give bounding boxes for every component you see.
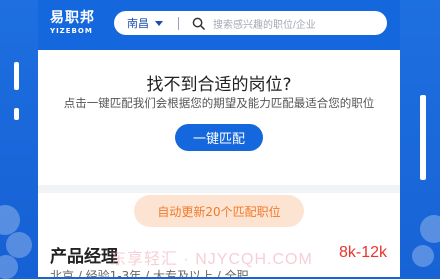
decor-dot — [0, 205, 20, 235]
background-left — [0, 0, 38, 279]
match-card-title: 找不到合适的岗位? — [146, 75, 292, 95]
decor-dot — [0, 255, 18, 279]
auto-update-button[interactable]: 自动更新20个匹配职位 — [134, 195, 304, 227]
search-input[interactable]: 搜索感兴趣的职位/企业 — [213, 16, 316, 31]
decor-strip — [14, 62, 19, 90]
decor-strip — [14, 108, 19, 120]
app-screen: 易职邦 YIZEBOM 南昌 搜索感兴趣的职位/企业 找不到合适的岗位? 点击一… — [38, 0, 400, 277]
logo-subtext: YIZEBOM — [50, 27, 93, 35]
job-list-section: 自动更新20个匹配职位 产品经理 东享轻汇 · NJYCQH.COM 8k-12… — [38, 193, 400, 277]
top-bar: 易职邦 YIZEBOM 南昌 搜索感兴趣的职位/企业 — [38, 0, 400, 50]
job-title[interactable]: 产品经理 — [50, 242, 118, 267]
background-right — [400, 0, 440, 277]
decor-strip — [420, 95, 426, 180]
match-card: 找不到合适的岗位? 点击一键匹配我们会根据您的期望及能力匹配最适合您的职位 一键… — [38, 50, 400, 185]
search-bar[interactable]: 南昌 搜索感兴趣的职位/企业 — [114, 11, 387, 35]
decor-dot — [6, 232, 32, 258]
one-click-match-button[interactable]: 一键匹配 — [175, 124, 263, 151]
caret-down-icon[interactable] — [155, 20, 163, 26]
match-card-subtitle: 点击一键匹配我们会根据您的期望及能力匹配最适合您的职位 — [63, 96, 375, 110]
logo[interactable]: 易职邦 YIZEBOM — [50, 11, 98, 37]
decor-dot — [420, 215, 440, 243]
city-selector[interactable]: 南昌 — [127, 15, 149, 31]
watermark: 东享轻汇 · NJYCQH.COM — [110, 251, 313, 268]
logo-text: 易职邦 — [50, 10, 95, 26]
job-salary: 8k-12k — [338, 244, 387, 261]
job-meta: 北京 / 经验1-3年 / 大专及以上 / 全职 — [50, 269, 249, 277]
search-divider — [178, 16, 179, 30]
decor-dot — [412, 245, 434, 267]
search-icon[interactable] — [192, 17, 205, 30]
